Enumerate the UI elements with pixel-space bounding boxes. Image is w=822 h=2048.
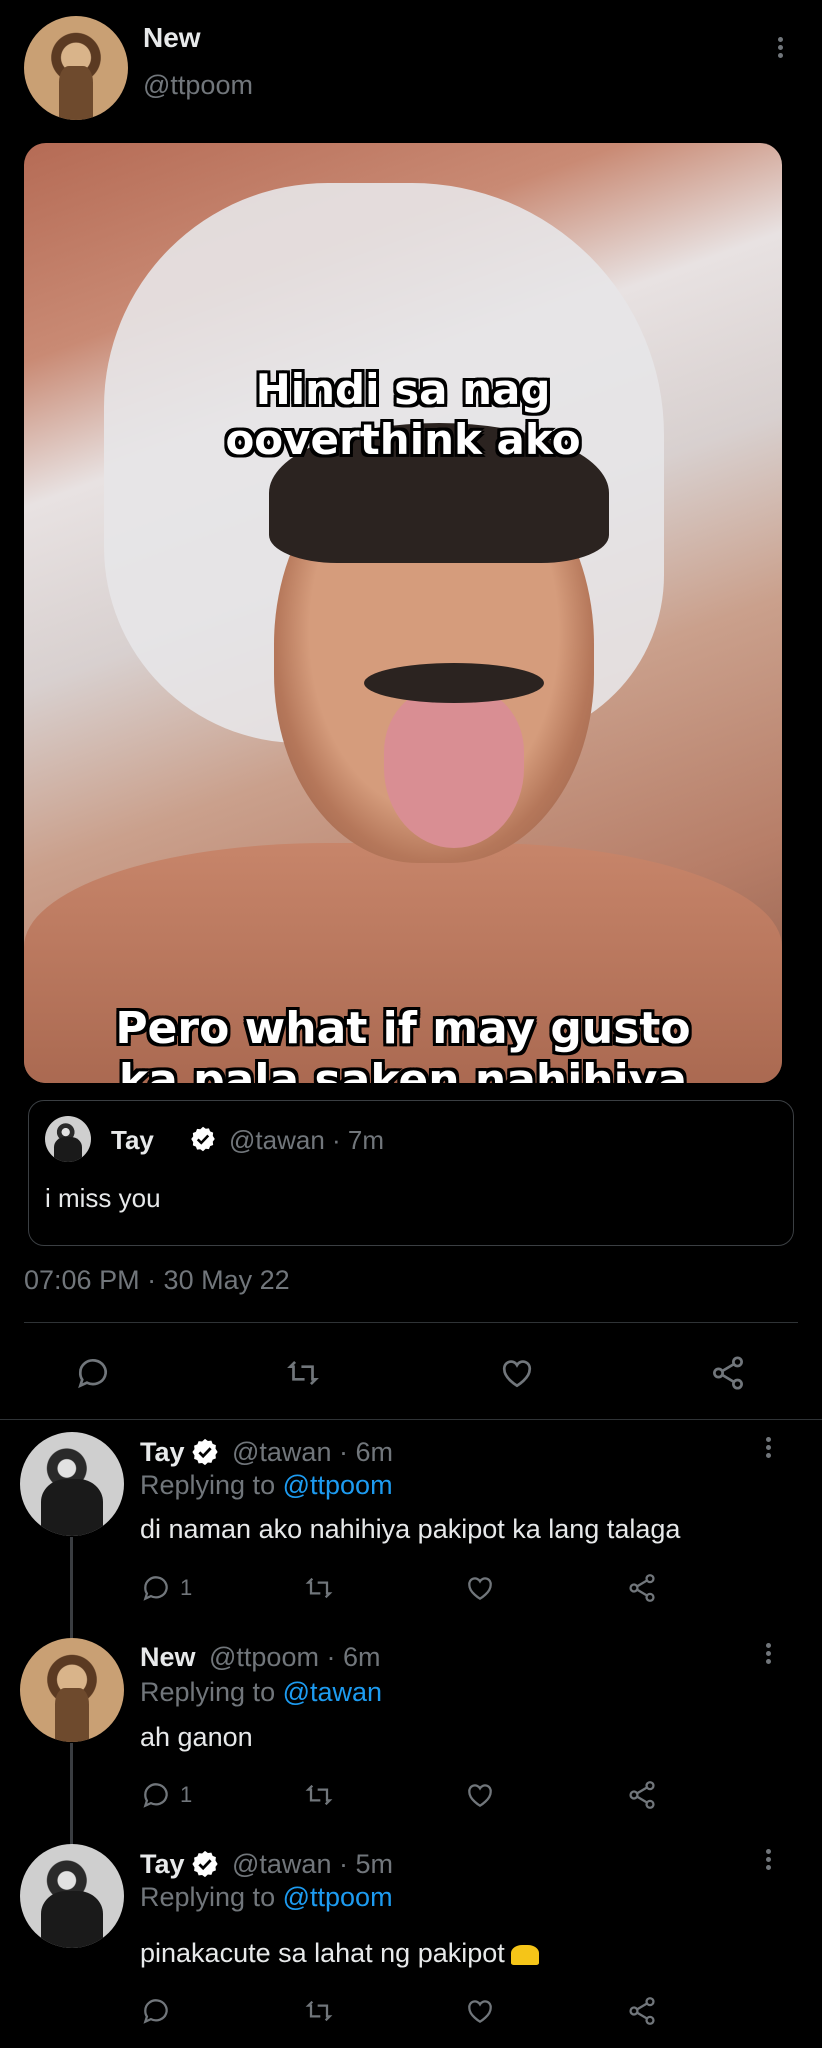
divider [24,1322,798,1323]
share-icon [629,1997,655,2025]
reply-button[interactable]: 1 [140,1572,192,1604]
quoted-tweet[interactable]: Tay @tawan · 7m i miss you [28,1100,794,1246]
reply-count: 1 [180,1782,193,1807]
divider [0,1419,822,1420]
tweet-image[interactable]: Hindi sa nag ooverthink ako Pero what if… [24,143,782,1083]
retweet-button[interactable] [283,1354,323,1392]
reply-author-name[interactable]: Tay [140,1849,185,1880]
reply-meta: @tawan · 6m [232,1437,393,1467]
quoted-meta: @tawan · 7m [229,1125,384,1155]
retweet-icon [287,1360,319,1386]
share-icon [629,1574,655,1602]
replying-to: Replying to @ttpoom [140,1882,393,1912]
reply-text: ah ganon [140,1722,253,1752]
heart-hands-emoji [510,1944,539,1965]
retweet-icon [305,1577,333,1599]
reply-avatar[interactable] [20,1432,124,1536]
retweet-button[interactable] [302,1995,336,2027]
reply-button[interactable]: 1 [140,1779,192,1811]
retweet-icon [305,1784,333,1806]
retweet-button[interactable] [302,1572,336,1604]
reply-count: 1 [180,1575,193,1600]
quoted-author-name: Tay [111,1125,154,1155]
reply-avatar[interactable] [20,1844,124,1948]
share-button[interactable] [708,1354,748,1392]
like-button[interactable] [463,1779,497,1811]
share-button[interactable] [625,1572,659,1604]
share-icon [713,1356,743,1390]
reply-avatar[interactable] [20,1638,124,1742]
reply-text: pinakacute sa lahat ng pakipot [140,1938,539,1969]
reply-icon [143,1576,168,1601]
like-icon [468,1784,492,1807]
retweet-icon [305,2000,333,2022]
more-vertical-icon[interactable] [770,34,790,64]
like-icon [502,1360,532,1388]
replying-to: Replying to @tawan [140,1677,383,1707]
image-caption-bottom: Pero what if may gusto ka pala saken nah… [115,1003,691,1083]
mention-link[interactable]: @ttpoom [283,1470,393,1500]
mention-link[interactable]: @ttpoom [283,1882,393,1912]
thread-line [70,1537,73,1643]
share-icon [629,1781,655,1809]
reply-icon [143,1999,168,2024]
like-button[interactable] [497,1354,537,1392]
like-button[interactable] [463,1572,497,1604]
verified-badge-icon [190,1437,220,1472]
share-button[interactable] [625,1779,659,1811]
reply-text: di naman ako nahihiya pakipot ka lang ta… [140,1514,681,1544]
like-button[interactable] [463,1995,497,2027]
reply-author-name[interactable]: Tay [140,1437,185,1468]
more-vertical-icon[interactable] [758,1846,778,1876]
more-vertical-icon[interactable] [758,1434,778,1464]
reply-meta: @tawan · 5m [232,1849,393,1879]
author-avatar[interactable] [24,16,128,120]
more-vertical-icon[interactable] [758,1640,778,1670]
reply-author-name[interactable]: New [140,1642,196,1673]
reply-button[interactable] [140,1995,180,2027]
reply-button[interactable] [74,1354,112,1392]
quoted-text: i miss you [45,1183,161,1213]
like-icon [468,1577,492,1600]
author-handle[interactable]: @ttpoom [143,70,253,101]
tweet-timestamp[interactable]: 07:06 PM · 30 May 22 [24,1265,290,1296]
replying-to: Replying to @ttpoom [140,1470,393,1500]
author-name[interactable]: New [143,22,201,54]
verified-badge-icon [190,1849,220,1884]
image-caption-top: Hindi sa nag ooverthink ako [225,365,581,464]
retweet-button[interactable] [302,1779,336,1811]
thread-line [70,1743,73,1847]
reply-icon [143,1783,168,1808]
reply-meta: @ttpoom · 6m [209,1642,381,1672]
like-icon [468,2000,492,2023]
share-button[interactable] [625,1995,659,2027]
verified-badge-icon [189,1125,217,1158]
mention-link[interactable]: @tawan [283,1677,382,1707]
quoted-avatar [45,1116,91,1162]
reply-icon [78,1358,108,1389]
